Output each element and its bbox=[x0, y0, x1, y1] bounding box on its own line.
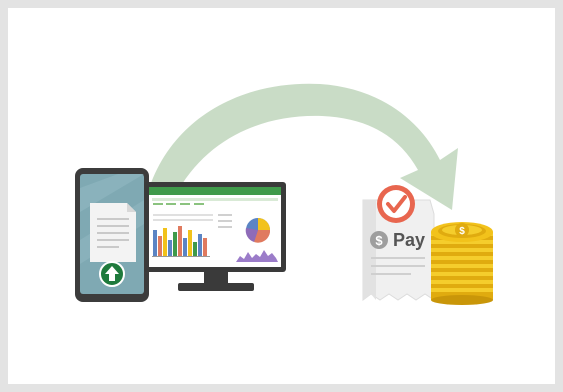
coin-dollar-symbol: $ bbox=[459, 226, 465, 237]
checkmark-icon bbox=[377, 185, 415, 223]
coin-dollar-icon: $ bbox=[455, 223, 469, 237]
upload-icon bbox=[99, 261, 125, 287]
coin-stack: $ bbox=[431, 222, 493, 305]
smartphone bbox=[75, 168, 149, 302]
document-icon bbox=[90, 203, 136, 262]
payment-illustration: $ $ bbox=[75, 83, 493, 305]
computer-monitor bbox=[144, 182, 286, 291]
dollar-icon: $ bbox=[370, 231, 388, 249]
pay-label: Pay bbox=[393, 230, 426, 250]
receipt-dollar-symbol: $ bbox=[375, 233, 383, 248]
